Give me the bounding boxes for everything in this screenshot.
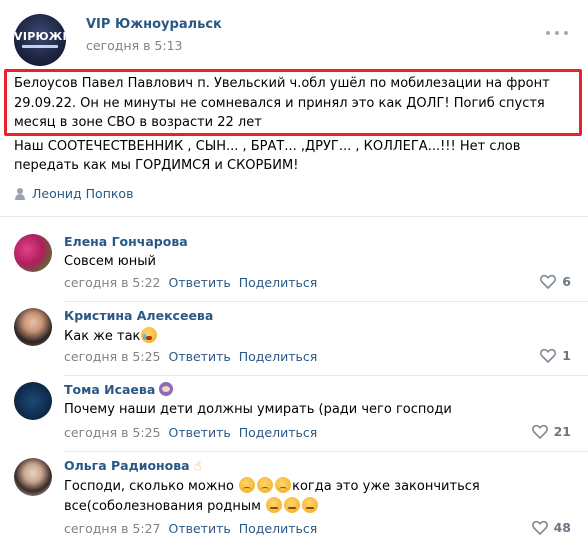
comment: Кристина Алексеева Как же так сегодня в …: [0, 308, 588, 376]
post-author[interactable]: Леонид Попков: [14, 186, 133, 201]
comment-text: Как же так: [64, 327, 564, 347]
crying-face-icon: [141, 327, 158, 343]
comment-author-name[interactable]: Ольга Радионова: [64, 458, 190, 473]
comment-time[interactable]: сегодня в 5:27: [64, 521, 161, 536]
pensive-face-icon: [284, 496, 301, 513]
avatar[interactable]: [14, 308, 52, 346]
pensive-face-icon: [266, 496, 283, 513]
comment-time[interactable]: сегодня в 5:25: [64, 425, 161, 440]
comment-text-part3: все(соболезнования родным: [64, 498, 261, 514]
comment-author-name[interactable]: Тома Исаева: [64, 382, 155, 397]
post-text-rest: Наш СООТЕЧЕСТВЕННИК , СЫН... , БРАТ... ,…: [14, 138, 521, 174]
comment-text: Почему наши дети должны умирать (ради че…: [64, 402, 452, 417]
post-highlight-text: Белоусов Павел Павлович п. Увельский ч.о…: [14, 76, 550, 130]
like-count: 48: [553, 520, 571, 535]
comment: Ольга Радионова ☝ Господи, сколько можно …: [0, 458, 588, 546]
comment-divider: [64, 451, 588, 452]
group-avatar[interactable]: VIPЮЖК: [14, 14, 66, 66]
comment-author[interactable]: Ольга Радионова ☝: [64, 458, 202, 474]
like-button[interactable]: 6: [540, 274, 571, 289]
comment-meta: сегодня в 5:22 Ответить Поделиться: [64, 275, 317, 290]
more-options-icon[interactable]: [546, 26, 568, 40]
comment-meta: сегодня в 5:25 Ответить Поделиться: [64, 349, 317, 364]
comment-text-part2: когда это уже закончиться: [292, 479, 480, 494]
comment-text: Господи, сколько можно когда это уже зак…: [64, 477, 564, 516]
divider: [0, 216, 588, 217]
group-logo-bar: [22, 45, 58, 48]
reply-link[interactable]: Ответить: [169, 349, 231, 364]
like-count: 1: [562, 348, 571, 363]
post-time[interactable]: сегодня в 5:13: [86, 38, 183, 53]
pointing-hand-icon: ☝: [193, 459, 202, 474]
post-text: Белоусов Павел Павлович п. Увельский ч.о…: [14, 74, 580, 176]
comment-meta: сегодня в 5:27 Ответить Поделиться: [64, 521, 317, 536]
avatar[interactable]: [14, 234, 52, 272]
comment-meta: сегодня в 5:25 Ответить Поделиться: [64, 425, 317, 440]
persevering-face-icon: [257, 477, 274, 493]
share-link[interactable]: Поделиться: [239, 521, 318, 536]
comment-time[interactable]: сегодня в 5:25: [64, 349, 161, 364]
avatar[interactable]: [14, 458, 52, 496]
comment-text-content: Как же так: [64, 329, 141, 344]
like-count: 21: [553, 424, 571, 439]
comment-author[interactable]: Кристина Алексеева: [64, 308, 213, 323]
like-count: 6: [562, 274, 571, 289]
share-link[interactable]: Поделиться: [239, 275, 318, 290]
comment-time[interactable]: сегодня в 5:22: [64, 275, 161, 290]
post-header: VIPЮЖК VIP Южноуральск сегодня в 5:13: [0, 0, 588, 66]
comment-author[interactable]: Елена Гончарова: [64, 234, 188, 249]
pirate-icon: [159, 382, 174, 396]
post-author-name[interactable]: Леонид Попков: [32, 186, 133, 201]
heart-icon: [540, 274, 557, 289]
group-logo-text: VIPЮЖК: [14, 30, 66, 43]
avatar[interactable]: [14, 382, 52, 420]
comment-divider: [64, 375, 588, 376]
pensive-face-icon: [302, 496, 319, 513]
share-link[interactable]: Поделиться: [239, 425, 318, 440]
comment-text: Совсем юный: [64, 254, 156, 269]
heart-icon: [540, 348, 557, 363]
like-button[interactable]: 48: [531, 520, 571, 535]
persevering-face-icon: [275, 477, 292, 493]
comment-text-part1: Господи, сколько можно: [64, 479, 234, 494]
like-button[interactable]: 21: [531, 424, 571, 439]
comment: Тома Исаева Почему наши дети должны умир…: [0, 382, 588, 452]
comment-divider: [64, 301, 588, 302]
reply-link[interactable]: Ответить: [169, 425, 231, 440]
reply-link[interactable]: Ответить: [169, 275, 231, 290]
persevering-face-icon: [239, 477, 256, 493]
reply-link[interactable]: Ответить: [169, 521, 231, 536]
comment-author[interactable]: Тома Исаева: [64, 382, 174, 397]
share-link[interactable]: Поделиться: [239, 349, 318, 364]
like-button[interactable]: 1: [540, 348, 571, 363]
group-name[interactable]: VIP Южноуральск: [86, 17, 222, 32]
heart-icon: [531, 520, 548, 535]
comment: Елена Гончарова Совсем юный сегодня в 5:…: [0, 234, 588, 302]
heart-icon: [531, 424, 548, 439]
person-icon: [14, 187, 26, 200]
